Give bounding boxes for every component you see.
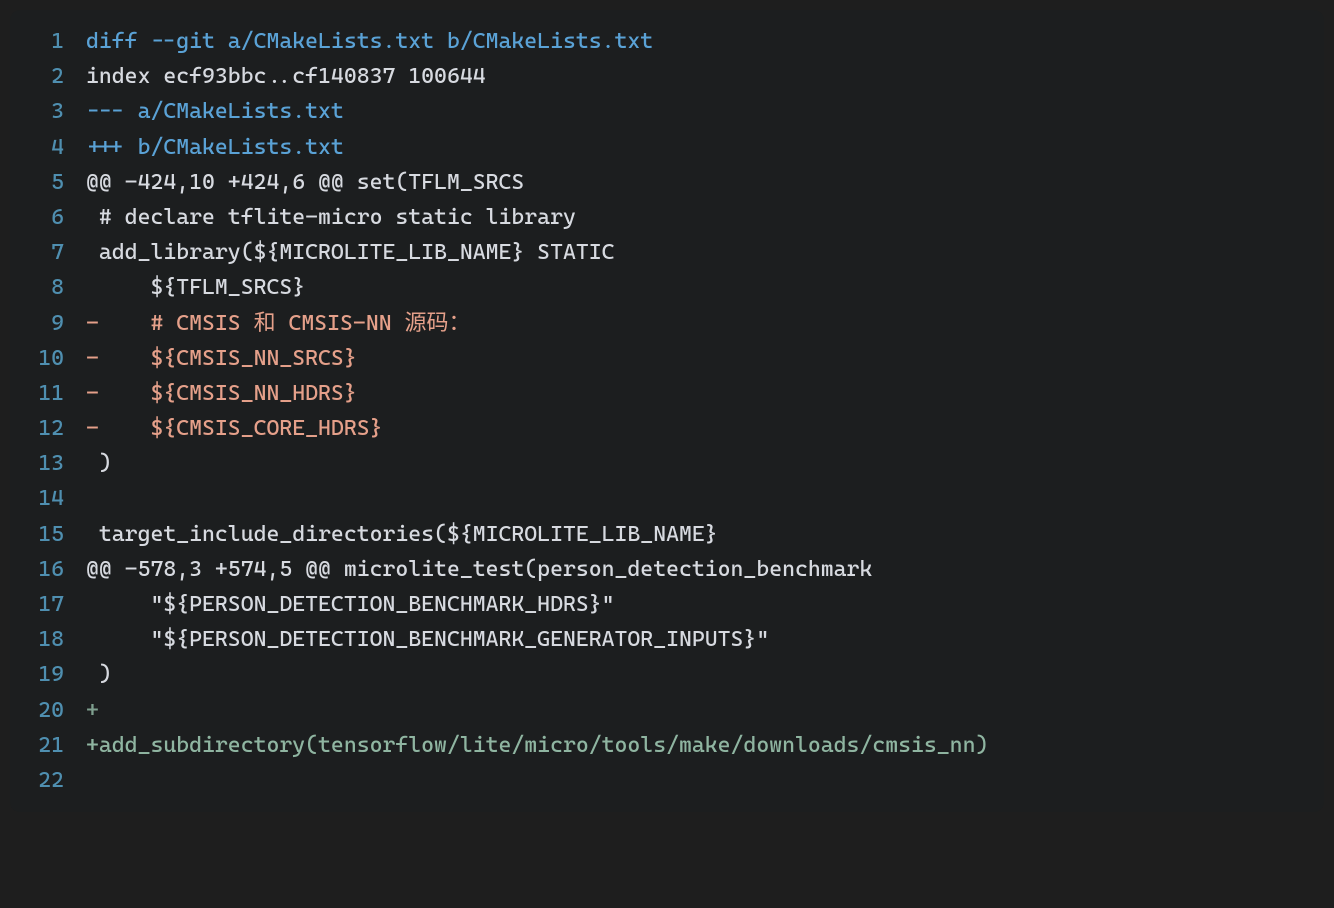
code-text[interactable]: - ${CMSIS_NN_HDRS} xyxy=(86,376,1324,411)
line-number: 16 xyxy=(10,552,86,587)
code-line[interactable]: 5@@ -424,10 +424,6 @@ set(TFLM_SRCS xyxy=(10,165,1324,200)
code-line[interactable]: 19 ) xyxy=(10,657,1324,692)
code-text[interactable]: "${PERSON_DETECTION_BENCHMARK_HDRS}" xyxy=(86,587,1324,622)
code-line[interactable]: 1diff --git a/CMakeLists.txt b/CMakeList… xyxy=(10,24,1324,59)
code-text[interactable]: diff --git a/CMakeLists.txt b/CMakeLists… xyxy=(86,24,1324,59)
code-line[interactable]: 10- ${CMSIS_NN_SRCS} xyxy=(10,341,1324,376)
code-text[interactable]: @@ -578,3 +574,5 @@ microlite_test(perso… xyxy=(86,552,1324,587)
code-text[interactable]: ) xyxy=(86,446,1324,481)
code-text[interactable]: "${PERSON_DETECTION_BENCHMARK_GENERATOR_… xyxy=(86,622,1324,657)
line-number: 15 xyxy=(10,517,86,552)
line-number: 6 xyxy=(10,200,86,235)
line-number: 22 xyxy=(10,763,86,798)
code-editor[interactable]: 1diff --git a/CMakeLists.txt b/CMakeList… xyxy=(10,10,1324,812)
code-line[interactable]: 11- ${CMSIS_NN_HDRS} xyxy=(10,376,1324,411)
line-number: 18 xyxy=(10,622,86,657)
line-number: 19 xyxy=(10,657,86,692)
line-number: 17 xyxy=(10,587,86,622)
code-text[interactable]: index ecf93bbc..cf140837 100644 xyxy=(86,59,1324,94)
line-number: 20 xyxy=(10,693,86,728)
line-number: 10 xyxy=(10,341,86,376)
code-line[interactable]: 20+ xyxy=(10,693,1324,728)
code-text[interactable] xyxy=(86,481,1324,516)
code-line[interactable]: 8 ${TFLM_SRCS} xyxy=(10,270,1324,305)
code-line[interactable]: 9- # CMSIS 和 CMSIS-NN 源码： xyxy=(10,306,1324,341)
line-number: 4 xyxy=(10,130,86,165)
code-line[interactable]: 13 ) xyxy=(10,446,1324,481)
code-line[interactable]: 16@@ -578,3 +574,5 @@ microlite_test(per… xyxy=(10,552,1324,587)
line-number: 9 xyxy=(10,306,86,341)
code-text[interactable]: - ${CMSIS_CORE_HDRS} xyxy=(86,411,1324,446)
code-text[interactable] xyxy=(86,763,1324,798)
code-text[interactable]: @@ -424,10 +424,6 @@ set(TFLM_SRCS xyxy=(86,165,1324,200)
line-number: 2 xyxy=(10,59,86,94)
code-line[interactable]: 12- ${CMSIS_CORE_HDRS} xyxy=(10,411,1324,446)
line-number: 13 xyxy=(10,446,86,481)
code-line[interactable]: 18 "${PERSON_DETECTION_BENCHMARK_GENERAT… xyxy=(10,622,1324,657)
code-line[interactable]: 17 "${PERSON_DETECTION_BENCHMARK_HDRS}" xyxy=(10,587,1324,622)
code-text[interactable]: + xyxy=(86,693,1324,728)
code-line[interactable]: 2index ecf93bbc..cf140837 100644 xyxy=(10,59,1324,94)
code-text[interactable]: - ${CMSIS_NN_SRCS} xyxy=(86,341,1324,376)
code-text[interactable]: add_library(${MICROLITE_LIB_NAME} STATIC xyxy=(86,235,1324,270)
code-line[interactable]: 14 xyxy=(10,481,1324,516)
code-text[interactable]: +add_subdirectory(tensorflow/lite/micro/… xyxy=(86,728,1324,763)
line-number: 11 xyxy=(10,376,86,411)
code-line[interactable]: 7 add_library(${MICROLITE_LIB_NAME} STAT… xyxy=(10,235,1324,270)
line-number: 7 xyxy=(10,235,86,270)
code-line[interactable]: 21+add_subdirectory(tensorflow/lite/micr… xyxy=(10,728,1324,763)
code-text[interactable]: ${TFLM_SRCS} xyxy=(86,270,1324,305)
line-number: 14 xyxy=(10,481,86,516)
code-line[interactable]: 22 xyxy=(10,763,1324,798)
code-line[interactable]: 4+++ b/CMakeLists.txt xyxy=(10,130,1324,165)
code-line[interactable]: 3--- a/CMakeLists.txt xyxy=(10,94,1324,129)
code-text[interactable]: ) xyxy=(86,657,1324,692)
code-text[interactable]: target_include_directories(${MICROLITE_L… xyxy=(86,517,1324,552)
code-text[interactable]: --- a/CMakeLists.txt xyxy=(86,94,1324,129)
code-text[interactable]: - # CMSIS 和 CMSIS-NN 源码： xyxy=(86,306,1324,341)
line-number: 1 xyxy=(10,24,86,59)
line-number: 3 xyxy=(10,94,86,129)
line-number: 5 xyxy=(10,165,86,200)
code-line[interactable]: 6 # declare tflite-micro static library xyxy=(10,200,1324,235)
line-number: 8 xyxy=(10,270,86,305)
code-text[interactable]: +++ b/CMakeLists.txt xyxy=(86,130,1324,165)
code-line[interactable]: 15 target_include_directories(${MICROLIT… xyxy=(10,517,1324,552)
code-text[interactable]: # declare tflite-micro static library xyxy=(86,200,1324,235)
line-number: 12 xyxy=(10,411,86,446)
line-number: 21 xyxy=(10,728,86,763)
